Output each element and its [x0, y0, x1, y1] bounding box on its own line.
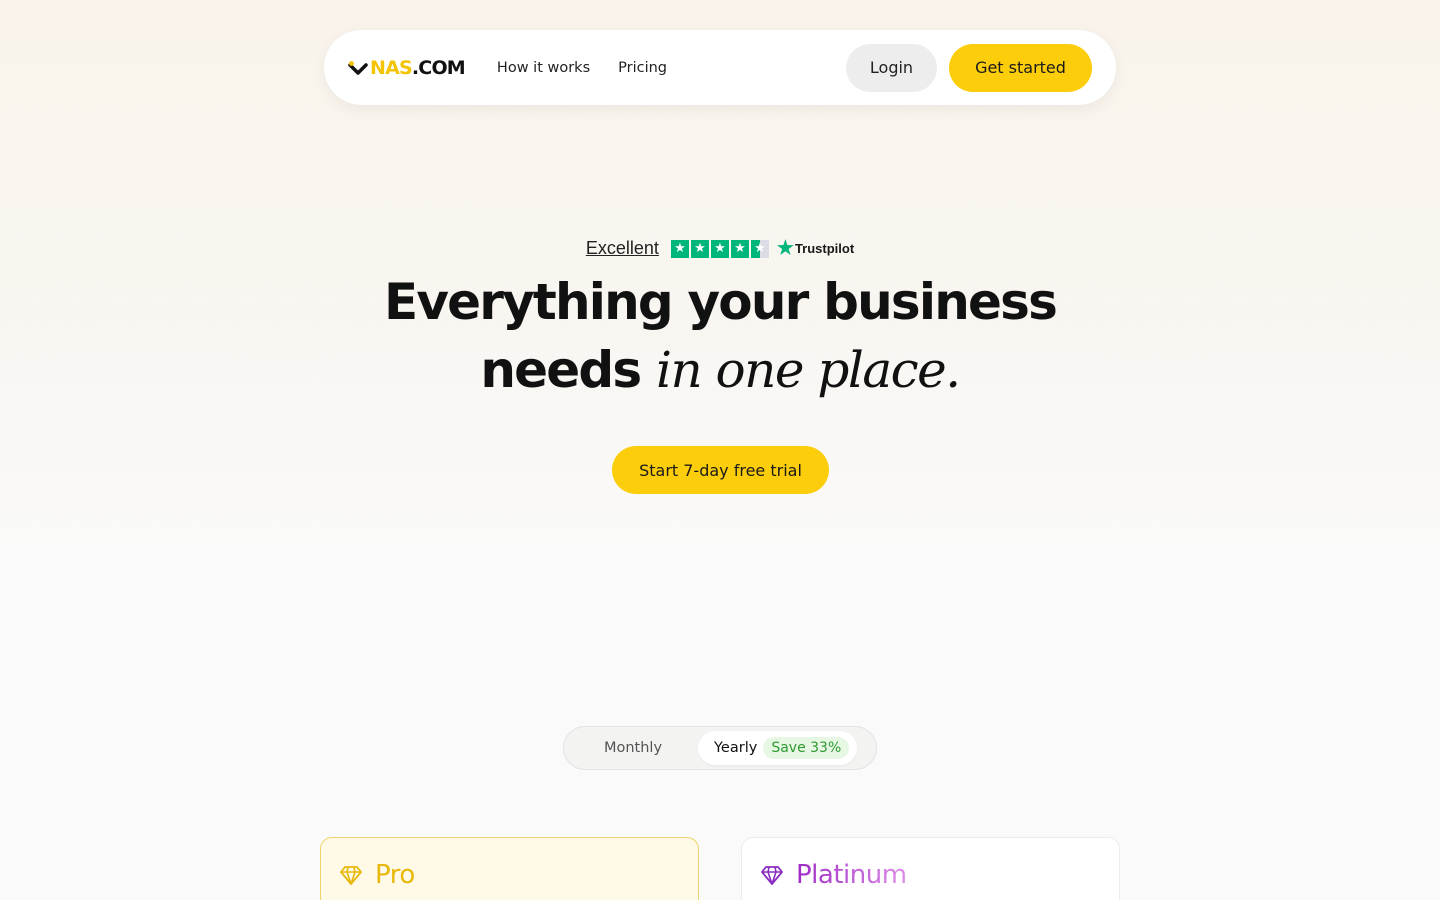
- star-icon: ★: [690, 239, 709, 258]
- nav-link-how-it-works[interactable]: How it works: [497, 60, 590, 76]
- logo-com-text: .COM: [411, 56, 466, 79]
- login-button[interactable]: Login: [846, 43, 937, 92]
- hero-headline: Everything your business needs in one pl…: [0, 268, 1440, 404]
- billing-toggle: Monthly Yearly Save 33%: [563, 726, 877, 770]
- diamond-icon: [761, 866, 783, 885]
- star-icon: ★: [730, 239, 749, 258]
- get-started-button[interactable]: Get started: [949, 43, 1092, 92]
- plan-name-pro: Pro: [375, 860, 415, 890]
- trustpilot-star-icon: ★: [776, 238, 794, 259]
- toggle-monthly[interactable]: Monthly: [568, 740, 698, 756]
- toggle-yearly-label: Yearly: [714, 740, 758, 756]
- half-star-icon: ★: [750, 239, 769, 258]
- diamond-icon: [340, 866, 362, 885]
- rating-label[interactable]: Excellent: [586, 238, 659, 259]
- toggle-yearly[interactable]: Yearly Save 33%: [698, 731, 858, 765]
- navbar: NAS .COM How it works Pricing Login Get …: [324, 30, 1116, 105]
- trustpilot-brand: Trustpilot: [794, 241, 855, 256]
- star-icon: ★: [670, 239, 689, 258]
- plan-card-platinum: Platinum: [741, 837, 1120, 900]
- trustpilot-logo: ★ Trustpilot: [777, 239, 854, 258]
- plan-name-platinum: Platinum: [796, 860, 907, 890]
- nav-link-pricing[interactable]: Pricing: [618, 60, 667, 76]
- logo[interactable]: NAS .COM: [348, 56, 466, 79]
- save-badge: Save 33%: [763, 737, 850, 759]
- star-icon: ★: [710, 239, 729, 258]
- logo-nas-text: NAS: [370, 56, 413, 79]
- headline-line2: needs: [480, 341, 642, 399]
- nav-actions: Login Get started: [846, 43, 1092, 92]
- headline-line1: Everything your business: [383, 273, 1058, 331]
- plan-card-pro: Pro: [320, 837, 699, 900]
- start-trial-button[interactable]: Start 7-day free trial: [612, 446, 829, 494]
- nav-links: How it works Pricing: [497, 60, 667, 76]
- chevron-down-icon: [348, 60, 368, 75]
- trustpilot-rating[interactable]: Excellent ★ ★ ★ ★ ★ ★ Trustpilot: [0, 238, 1440, 259]
- rating-stars: ★ ★ ★ ★ ★: [670, 239, 769, 258]
- headline-italic: in one place.: [655, 341, 961, 399]
